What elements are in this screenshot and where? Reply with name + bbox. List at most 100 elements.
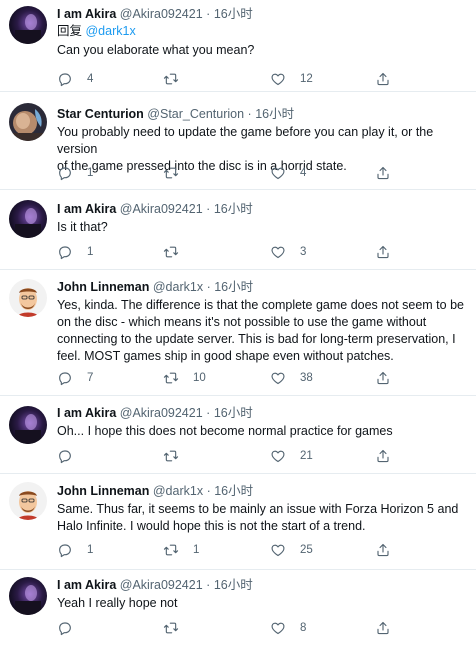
like-icon xyxy=(271,544,285,557)
retweet-button[interactable]: 10 xyxy=(163,369,206,387)
retweet-button[interactable] xyxy=(163,70,193,88)
author-handle[interactable]: @Akira092421 xyxy=(120,406,203,420)
like-button[interactable]: 8 xyxy=(270,619,306,637)
like-icon xyxy=(271,622,285,635)
author-handle[interactable]: @Akira092421 xyxy=(120,7,203,21)
reply-count: 7 xyxy=(87,372,94,384)
tweet-actions: 7 10 38 xyxy=(57,369,457,387)
tweet-header: Star Centurion @Star_Centurion · 16小时 xyxy=(57,106,466,122)
retweet-button[interactable] xyxy=(163,243,193,261)
retweet-icon xyxy=(163,372,179,384)
retweet-icon xyxy=(163,544,179,556)
share-button[interactable] xyxy=(375,243,391,261)
timestamp[interactable]: 16小时 xyxy=(214,280,253,294)
tweet[interactable]: John Linneman @dark1x · 16小时 Same. Thus … xyxy=(0,474,476,570)
timestamp[interactable]: 16小时 xyxy=(214,7,253,21)
retweet-icon xyxy=(163,622,179,634)
tweet[interactable]: I am Akira @Akira092421 · 16小时 Yeah I re… xyxy=(0,570,476,646)
tweet-text: Yeah I really hope not xyxy=(57,595,466,612)
author-handle[interactable]: @Star_Centurion xyxy=(147,107,244,121)
author-name[interactable]: I am Akira xyxy=(57,7,116,21)
share-button[interactable] xyxy=(375,369,391,387)
reply-icon xyxy=(59,544,71,558)
reply-button[interactable]: 1 xyxy=(57,243,93,261)
avatar[interactable] xyxy=(9,482,47,520)
tweet-text-line: feel. MOST games ship in good shape even… xyxy=(57,349,394,363)
avatar[interactable] xyxy=(9,200,47,238)
like-button[interactable]: 21 xyxy=(270,447,313,465)
author-handle[interactable]: @Akira092421 xyxy=(120,578,203,592)
separator-dot: · xyxy=(247,107,252,121)
like-button[interactable]: 3 xyxy=(270,243,306,261)
reply-button[interactable]: 7 xyxy=(57,369,93,387)
retweet-count: 10 xyxy=(193,372,206,384)
author-handle[interactable]: @Akira092421 xyxy=(120,202,203,216)
share-button[interactable] xyxy=(375,619,391,637)
like-count: 8 xyxy=(300,622,307,634)
tweet-header: I am Akira @Akira092421 · 16小时 xyxy=(57,6,466,22)
author-name[interactable]: I am Akira xyxy=(57,202,116,216)
avatar[interactable] xyxy=(9,577,47,615)
like-count: 4 xyxy=(300,167,307,179)
retweet-button[interactable] xyxy=(163,164,193,182)
timestamp[interactable]: 16小时 xyxy=(214,202,253,216)
share-icon xyxy=(377,371,389,385)
timestamp[interactable]: 16小时 xyxy=(214,406,253,420)
reply-button[interactable]: 1 xyxy=(57,164,93,182)
tweet-text-line: on the disc - which means it's not possi… xyxy=(57,315,427,329)
share-button[interactable] xyxy=(375,70,391,88)
share-icon xyxy=(377,245,389,259)
share-button[interactable] xyxy=(375,541,391,559)
author-name[interactable]: I am Akira xyxy=(57,406,116,420)
like-button[interactable]: 38 xyxy=(270,369,313,387)
like-icon xyxy=(271,73,285,86)
like-icon xyxy=(271,167,285,180)
tweet-header: John Linneman @dark1x · 16小时 xyxy=(57,279,466,295)
avatar[interactable] xyxy=(9,103,47,141)
tweet-text-line: Oh... I hope this does not become normal… xyxy=(57,424,393,438)
author-name[interactable]: John Linneman xyxy=(57,280,149,294)
mention-link[interactable]: @dark1x xyxy=(85,24,135,38)
timestamp[interactable]: 16小时 xyxy=(214,578,253,592)
retweet-button[interactable] xyxy=(163,447,193,465)
tweet-header: I am Akira @Akira092421 · 16小时 xyxy=(57,201,466,217)
tweet[interactable]: I am Akira @Akira092421 · 16小时 Oh... I h… xyxy=(0,396,476,474)
tweet[interactable]: I am Akira @Akira092421 · 16小时 回复 @dark1… xyxy=(0,0,476,92)
avatar[interactable] xyxy=(9,279,47,317)
avatar[interactable] xyxy=(9,406,47,444)
tweet-header: I am Akira @Akira092421 · 16小时 xyxy=(57,577,466,593)
tweet[interactable]: Star Centurion @Star_Centurion · 16小时 Yo… xyxy=(0,92,476,190)
share-button[interactable] xyxy=(375,447,391,465)
like-button[interactable]: 25 xyxy=(270,541,313,559)
retweet-button[interactable] xyxy=(163,619,193,637)
author-handle[interactable]: @dark1x xyxy=(153,484,203,498)
tweet-text: Same. Thus far, it seems to be mainly an… xyxy=(57,501,466,535)
share-button[interactable] xyxy=(375,164,391,182)
author-handle[interactable]: @dark1x xyxy=(153,280,203,294)
like-button[interactable]: 4 xyxy=(270,164,306,182)
reply-button[interactable] xyxy=(57,619,87,637)
reply-button[interactable]: 4 xyxy=(57,70,93,88)
timestamp[interactable]: 16小时 xyxy=(214,484,253,498)
separator-dot: · xyxy=(206,578,211,592)
reply-button[interactable]: 1 xyxy=(57,541,93,559)
separator-dot: · xyxy=(206,280,211,294)
tweet-text-line: connecting to the update server. This is… xyxy=(57,332,456,346)
like-count: 3 xyxy=(300,246,307,258)
tweet-actions: 8 xyxy=(57,619,457,637)
retweet-button[interactable]: 1 xyxy=(163,541,199,559)
author-name[interactable]: I am Akira xyxy=(57,578,116,592)
author-name[interactable]: Star Centurion xyxy=(57,107,144,121)
timestamp[interactable]: 16小时 xyxy=(255,107,294,121)
reply-count: 1 xyxy=(87,544,94,556)
author-name[interactable]: John Linneman xyxy=(57,484,149,498)
tweet[interactable]: John Linneman @dark1x · 16小时 Yes, kinda.… xyxy=(0,270,476,396)
like-count: 12 xyxy=(300,73,313,85)
retweet-count: 1 xyxy=(193,544,200,556)
like-button[interactable]: 12 xyxy=(270,70,313,88)
avatar[interactable] xyxy=(9,6,47,44)
tweet-actions: 21 xyxy=(57,447,457,465)
tweet-actions: 1 1 25 xyxy=(57,541,457,559)
reply-button[interactable] xyxy=(57,447,87,465)
tweet[interactable]: I am Akira @Akira092421 · 16小时 Is it tha… xyxy=(0,190,476,270)
